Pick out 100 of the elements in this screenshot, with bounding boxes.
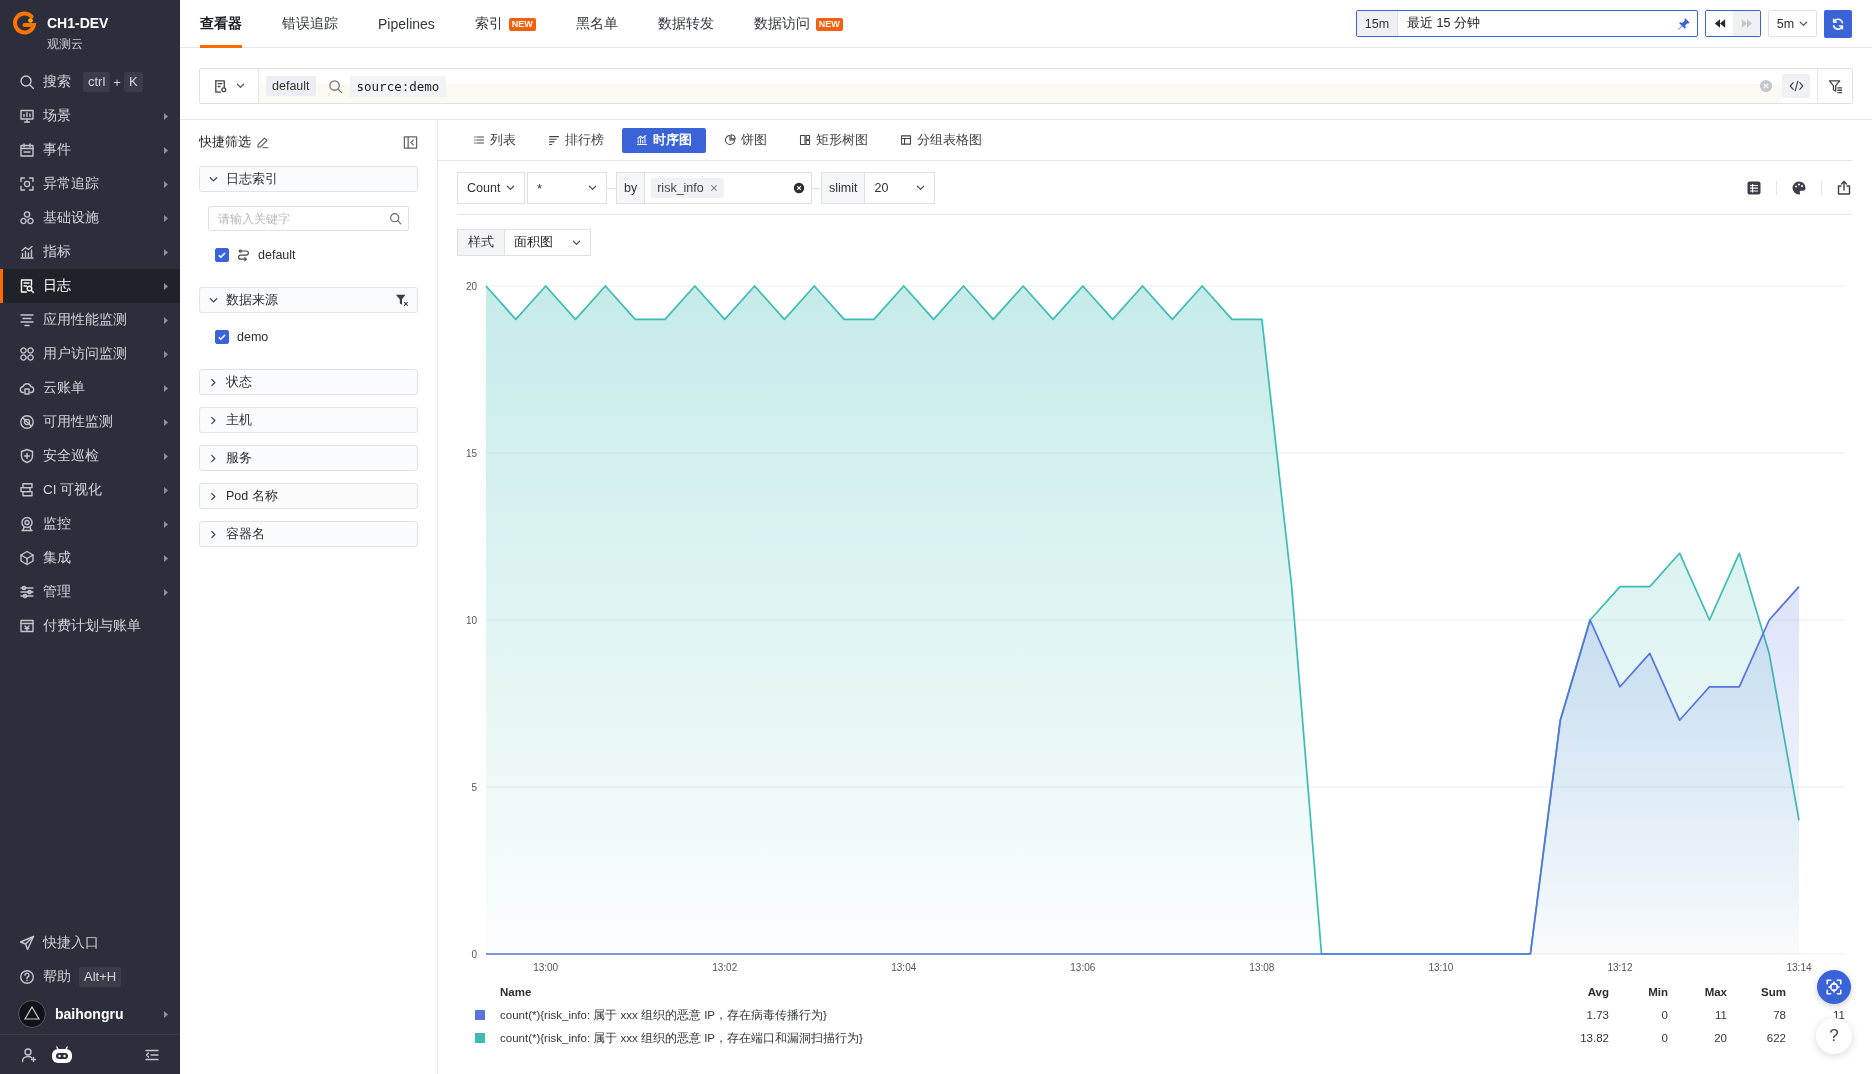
- sidebar-item[interactable]: 事件: [0, 133, 180, 167]
- sidebar-item[interactable]: 应用性能监测: [0, 303, 180, 337]
- filter-group-header[interactable]: 日志索引: [199, 166, 418, 192]
- series-name[interactable]: count(*){risk_info: 属于 xxx 组织的恶意 IP，存在病毒传播行为}: [500, 1006, 1550, 1024]
- sidebar-item[interactable]: 云账单: [0, 371, 180, 405]
- sidebar-item[interactable]: 可用性监测: [0, 405, 180, 439]
- code-icon: [1788, 79, 1804, 93]
- pencil-icon[interactable]: [256, 135, 269, 149]
- clear-icon[interactable]: [793, 182, 805, 194]
- sidebar-item[interactable]: 监控: [0, 507, 180, 541]
- view-tab[interactable]: 饼图: [710, 127, 781, 153]
- view-tab[interactable]: 分组表格图: [886, 127, 996, 153]
- group-by-field[interactable]: by risk_info: [616, 172, 812, 204]
- locate-button[interactable]: [1817, 970, 1851, 1004]
- sidebar-item[interactable]: CI 可视化: [0, 473, 180, 507]
- treemap-icon: [799, 134, 811, 146]
- sidebar-item[interactable]: 基础设施: [0, 201, 180, 235]
- index-chip[interactable]: default: [266, 76, 316, 96]
- list-icon: [473, 134, 485, 146]
- nav-tab[interactable]: 黑名单: [575, 0, 618, 48]
- aggregate-select[interactable]: Count: [457, 172, 525, 204]
- chevron-down-icon: [209, 174, 218, 184]
- key-cap: ctrl: [83, 72, 111, 92]
- tag-chip[interactable]: risk_info: [651, 178, 724, 198]
- product-name: 观测云: [47, 36, 84, 53]
- sidebar-item[interactable]: 快捷入口: [0, 926, 180, 960]
- robot-icon[interactable]: [51, 1045, 73, 1064]
- view-tab[interactable]: 排行榜: [534, 127, 618, 153]
- series-name[interactable]: count(*){risk_info: 属于 xxx 组织的恶意 IP，存在端口和漏洞扫描行为}: [500, 1029, 1550, 1047]
- circle-slash-icon: [19, 414, 35, 430]
- sidebar-item[interactable]: 付费计划与账单: [0, 609, 180, 643]
- refresh-interval-select[interactable]: 5m: [1768, 10, 1817, 37]
- nav-tab[interactable]: 索引 NEW: [474, 0, 536, 48]
- sidebar-item[interactable]: 管理: [0, 575, 180, 609]
- checkbox[interactable]: [215, 248, 229, 262]
- sidebar-item[interactable]: 安全巡检: [0, 439, 180, 473]
- axis-label: 5: [471, 781, 477, 793]
- field-select[interactable]: *: [527, 172, 607, 204]
- table-icon[interactable]: [1746, 180, 1762, 196]
- chevron-down-icon: [572, 239, 581, 246]
- view-tab[interactable]: 列表: [459, 127, 530, 153]
- sidebar-item[interactable]: 异常追踪: [0, 167, 180, 201]
- keyword-search-field[interactable]: 请输入关键字: [208, 206, 409, 231]
- sidebar-item[interactable]: 日志: [0, 269, 180, 303]
- refresh-button[interactable]: [1824, 9, 1852, 38]
- shield-icon: [19, 448, 35, 464]
- chart-style-select[interactable]: 面积图: [505, 229, 591, 256]
- sidebar-item[interactable]: 集成: [0, 541, 180, 575]
- palette-icon[interactable]: [1791, 180, 1807, 196]
- refresh-icon: [1831, 16, 1845, 31]
- legend-value: 0: [1660, 1031, 1668, 1046]
- code-button[interactable]: [1782, 74, 1810, 98]
- view-tab[interactable]: 时序图: [622, 127, 706, 153]
- axis-label: 13:12: [1607, 962, 1633, 973]
- fast-forward-icon: [1740, 19, 1753, 28]
- filter-list-button[interactable]: [1817, 69, 1852, 103]
- chevron-right-icon: [209, 377, 218, 387]
- filter-group-header[interactable]: 数据来源: [199, 287, 418, 313]
- pin-icon[interactable]: [1677, 16, 1691, 31]
- webcam-icon: [19, 516, 35, 532]
- view-tab[interactable]: 矩形树图: [785, 127, 882, 153]
- lines-icon: [19, 312, 35, 328]
- sidebar-item[interactable]: 帮助 Alt+H: [0, 960, 180, 994]
- sidebar-item[interactable]: 用户访问监测: [0, 337, 180, 371]
- search-item[interactable]: 搜索 ctrl + K: [0, 65, 180, 99]
- legend-value: 11: [1714, 1008, 1727, 1023]
- cloud-icon: [19, 380, 35, 396]
- filter-group-header[interactable]: 容器名: [199, 521, 418, 547]
- nav-tab[interactable]: 查看器: [200, 0, 242, 48]
- nav-tab[interactable]: 数据访问 NEW: [753, 0, 843, 48]
- export-icon[interactable]: [1836, 180, 1852, 196]
- nav-tab[interactable]: 错误追踪: [282, 0, 338, 48]
- nav-tab[interactable]: Pipelines: [378, 0, 435, 48]
- user-icon[interactable]: [21, 1046, 37, 1063]
- help-button[interactable]: ?: [1816, 1018, 1852, 1054]
- filter-group-header[interactable]: 状态: [199, 369, 418, 395]
- legend-value: 20: [1713, 1031, 1727, 1046]
- chevron-down-icon: [1799, 20, 1809, 27]
- limit-select[interactable]: 20: [865, 173, 934, 203]
- filter-group-header[interactable]: 服务: [199, 445, 418, 471]
- sidebar-collapse-icon[interactable]: [403, 134, 418, 150]
- axis-label: 0: [471, 948, 477, 960]
- limit-field[interactable]: slimit 20: [821, 172, 935, 204]
- user-menu[interactable]: baihongru: [0, 994, 180, 1034]
- chevron-right-icon: [209, 415, 218, 425]
- style-label: 样式: [457, 229, 505, 256]
- checkbox[interactable]: [215, 330, 229, 344]
- nav-tab[interactable]: 数据转发: [657, 0, 714, 48]
- sidebar-item[interactable]: 指标: [0, 235, 180, 269]
- filter-group-header[interactable]: Pod 名称: [199, 483, 418, 509]
- filter-clear-icon[interactable]: [395, 293, 409, 307]
- time-range-picker[interactable]: 15m 最近 15 分钟: [1356, 10, 1698, 37]
- legend-header: Sum: [1760, 985, 1786, 1000]
- bar-chart-icon: [19, 244, 35, 260]
- chevron-down-icon: [588, 185, 597, 191]
- chevron-right-icon: [209, 529, 218, 539]
- logo-icon: [11, 10, 37, 36]
- filter-group-header[interactable]: 主机: [199, 407, 418, 433]
- sidebar-item[interactable]: 场景: [0, 99, 180, 133]
- close-icon[interactable]: [709, 184, 718, 192]
